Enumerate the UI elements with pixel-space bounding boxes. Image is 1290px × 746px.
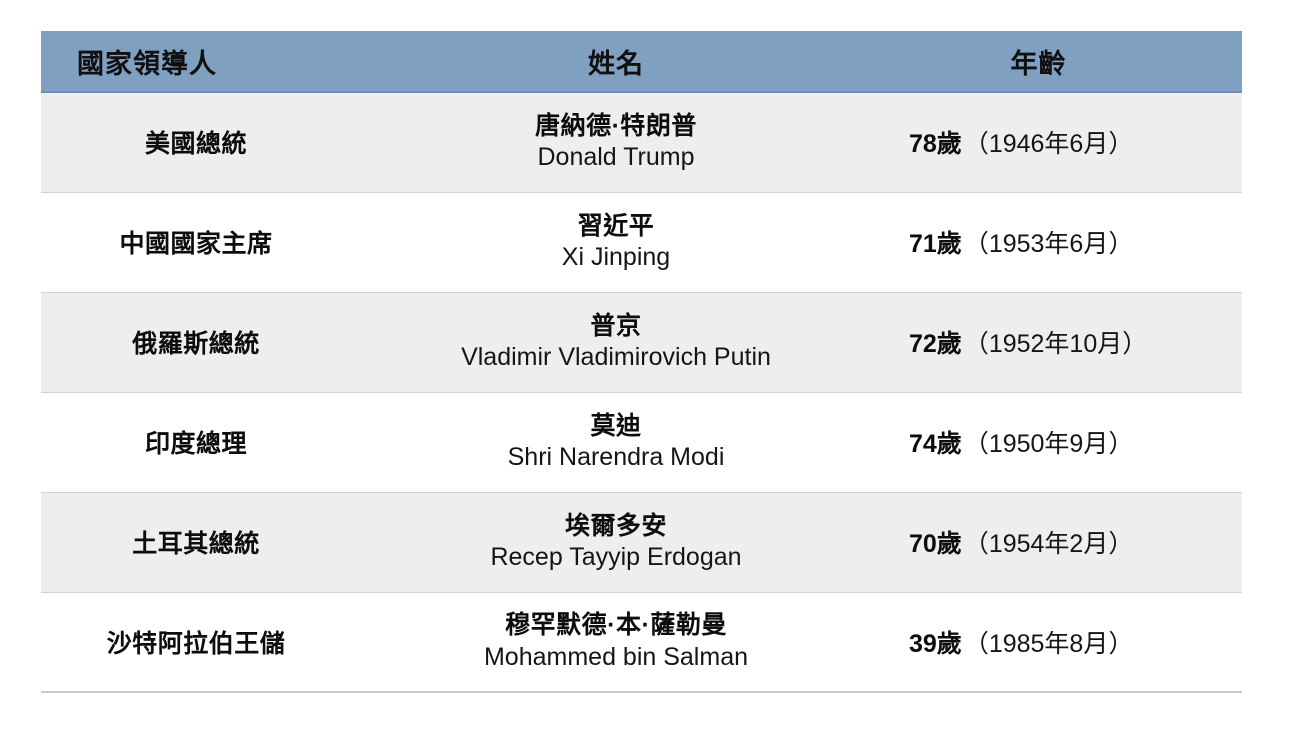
name-english: Vladimir Vladimirovich Putin bbox=[461, 343, 771, 371]
cell-role: 土耳其總統 bbox=[41, 492, 351, 593]
name-chinese: 唐納德·特朗普 bbox=[535, 111, 697, 140]
age-group: 71歲（1953年6月） bbox=[881, 224, 1133, 260]
cell-role: 中國國家主席 bbox=[41, 192, 351, 293]
age-group: 78歲（1946年6月） bbox=[881, 124, 1133, 160]
cell-name: 唐納德·特朗普 Donald Trump bbox=[351, 92, 881, 193]
table-row: 土耳其總統 埃爾多安 Recep Tayyip Erdogan 70歲（1954… bbox=[41, 492, 1242, 593]
cell-age: 72歲（1952年10月） bbox=[881, 292, 1242, 393]
age-value: 70歲 bbox=[909, 530, 962, 558]
cell-age: 78歲（1946年6月） bbox=[881, 92, 1242, 193]
cell-role: 印度總理 bbox=[41, 392, 351, 493]
birth-date: （1946年6月） bbox=[963, 130, 1134, 159]
name-chinese: 穆罕默德·本·薩勒曼 bbox=[505, 611, 727, 640]
birth-date: （1952年10月） bbox=[963, 330, 1148, 358]
table-row: 美國總統 唐納德·特朗普 Donald Trump 78歲（1946年6月） bbox=[41, 92, 1242, 193]
age-value: 78歲 bbox=[909, 130, 962, 159]
cell-role: 俄羅斯總統 bbox=[41, 292, 351, 393]
cell-role: 美國總統 bbox=[41, 92, 351, 193]
table-row: 印度總理 莫迪 Shri Narendra Modi 74歲（1950年9月） bbox=[41, 392, 1242, 493]
table-row: 沙特阿拉伯王儲 穆罕默德·本·薩勒曼 Mohammed bin Salman 3… bbox=[41, 592, 1242, 693]
cell-role: 沙特阿拉伯王儲 bbox=[41, 592, 351, 693]
age-value: 74歲 bbox=[909, 430, 962, 458]
cell-age: 39歲（1985年8月） bbox=[881, 592, 1242, 693]
name-english: Donald Trump bbox=[537, 143, 695, 172]
column-header-age: 年齡 bbox=[881, 31, 1242, 93]
cell-name: 埃爾多安 Recep Tayyip Erdogan bbox=[351, 492, 881, 593]
birth-date: （1954年2月） bbox=[963, 530, 1134, 558]
age-group: 74歲（1950年9月） bbox=[881, 424, 1133, 460]
name-english: Xi Jinping bbox=[561, 243, 671, 271]
leaders-table: 國家領導人 姓名 年齡 美國總統 唐納德·特朗普 Donald Trump 78… bbox=[41, 31, 1242, 693]
name-chinese: 習近平 bbox=[577, 211, 655, 240]
cell-name: 普京 Vladimir Vladimirovich Putin bbox=[351, 292, 881, 393]
table-header-row: 國家領導人 姓名 年齡 bbox=[41, 31, 1242, 93]
cell-name: 習近平 Xi Jinping bbox=[351, 192, 881, 293]
name-chinese: 普京 bbox=[590, 311, 642, 340]
age-value: 72歲 bbox=[909, 330, 962, 358]
name-english: Mohammed bin Salman bbox=[483, 642, 748, 671]
birth-date: （1985年8月） bbox=[963, 629, 1134, 658]
column-header-name: 姓名 bbox=[351, 31, 881, 93]
page-root: 國家領導人 姓名 年齡 美國總統 唐納德·特朗普 Donald Trump 78… bbox=[0, 0, 1290, 746]
name-chinese: 埃爾多安 bbox=[564, 511, 667, 540]
age-group: 70歲（1954年2月） bbox=[881, 524, 1133, 560]
birth-date: （1953年6月） bbox=[963, 230, 1134, 258]
name-english: Shri Narendra Modi bbox=[507, 443, 725, 471]
age-value: 39歲 bbox=[909, 629, 962, 658]
name-chinese: 莫迪 bbox=[590, 411, 642, 440]
age-group: 39歲（1985年8月） bbox=[881, 624, 1133, 660]
table-row: 俄羅斯總統 普京 Vladimir Vladimirovich Putin 72… bbox=[41, 292, 1242, 393]
age-group: 72歲（1952年10月） bbox=[881, 324, 1147, 360]
cell-age: 71歲（1953年6月） bbox=[881, 192, 1242, 293]
age-value: 71歲 bbox=[909, 230, 962, 258]
cell-age: 70歲（1954年2月） bbox=[881, 492, 1242, 593]
column-header-role: 國家領導人 bbox=[41, 31, 351, 93]
table-header: 國家領導人 姓名 年齡 bbox=[41, 31, 1242, 93]
cell-name: 莫迪 Shri Narendra Modi bbox=[351, 392, 881, 493]
name-english: Recep Tayyip Erdogan bbox=[490, 543, 742, 571]
cell-age: 74歲（1950年9月） bbox=[881, 392, 1242, 493]
table-row: 中國國家主席 習近平 Xi Jinping 71歲（1953年6月） bbox=[41, 192, 1242, 293]
table-body: 美國總統 唐納德·特朗普 Donald Trump 78歲（1946年6月） 中… bbox=[41, 92, 1242, 693]
birth-date: （1950年9月） bbox=[963, 430, 1134, 458]
cell-name: 穆罕默德·本·薩勒曼 Mohammed bin Salman bbox=[351, 592, 881, 693]
